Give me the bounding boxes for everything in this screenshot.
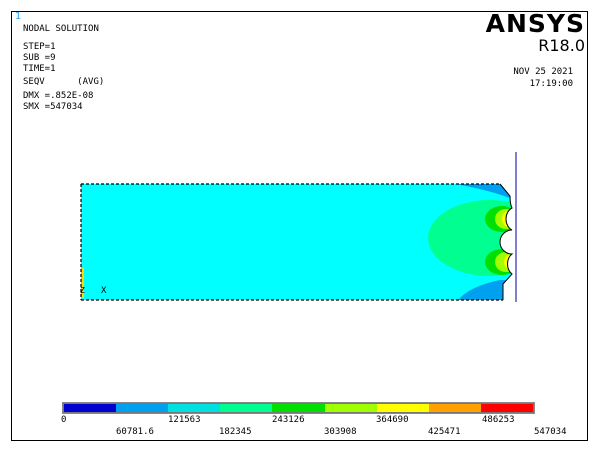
contour-red-peak bbox=[509, 214, 512, 224]
triad-z-label: Z bbox=[80, 286, 85, 295]
legend-top-label-3: 364690 bbox=[376, 415, 409, 425]
legend-bottom-label-4: 547034 bbox=[534, 427, 567, 437]
contour-orange-upper bbox=[507, 213, 512, 225]
legend-segment-3 bbox=[220, 404, 273, 412]
legend-top-label-2: 243126 bbox=[272, 415, 305, 425]
triad-x-label: X bbox=[101, 286, 107, 296]
contour-yellow-upper bbox=[502, 211, 512, 227]
legend-segment-4 bbox=[272, 404, 325, 412]
legend-bottom-label-0: 60781.6 bbox=[116, 427, 154, 437]
legend-bottom-label-3: 425471 bbox=[428, 427, 461, 437]
legend-bottom-label-1: 182345 bbox=[219, 427, 252, 437]
legend-top-label-0: 0 bbox=[61, 415, 67, 425]
contour-field bbox=[81, 184, 512, 300]
legend-segment-7 bbox=[428, 404, 481, 412]
legend-segment-0 bbox=[64, 404, 117, 412]
contour-yellow-lower bbox=[504, 255, 512, 269]
legend-segment-5 bbox=[324, 404, 377, 412]
legend-top-label-1: 121563 bbox=[168, 415, 201, 425]
legend-segment-8 bbox=[480, 404, 533, 412]
legend-segment-1 bbox=[116, 404, 169, 412]
legend-bottom-label-2: 303908 bbox=[324, 427, 357, 437]
legend-segment-2 bbox=[168, 404, 221, 412]
legend-top-label-4: 486253 bbox=[482, 415, 515, 425]
contour-legend bbox=[62, 402, 535, 414]
contour-plot bbox=[80, 152, 517, 302]
legend-segment-6 bbox=[376, 404, 429, 412]
